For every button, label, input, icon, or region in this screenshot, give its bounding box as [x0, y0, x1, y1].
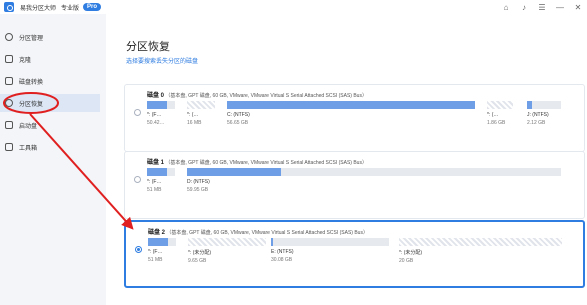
disk-card-1[interactable]: 磁盘 1 （基本盘, GPT 磁盘, 60 GB, VMware, VMware… — [124, 151, 585, 219]
partition-bar — [487, 101, 513, 109]
disk-info: （基本盘, GPT 磁盘, 60 GB, VMware, VMware Virt… — [165, 93, 367, 99]
sidebar-item-clone[interactable]: 克隆 — [0, 50, 105, 68]
partition-fill — [187, 168, 281, 176]
partition-size: 1.86 GB — [487, 120, 506, 126]
partition-fill — [148, 238, 168, 246]
boot-disk-icon — [5, 121, 13, 129]
sidebar-item-label: 启动盘 — [19, 123, 38, 130]
title-bar: 易我分区大师 专业版 Pro ⌂ ♪ ☰ — ✕ — [0, 0, 587, 14]
disk-info: （基本盘, GPT 磁盘, 60 GB, VMware, VMware Virt… — [165, 160, 367, 166]
partition-label: *: (F… — [148, 249, 163, 255]
toolbox-icon — [5, 143, 13, 151]
partition-label: *: (F… — [147, 112, 162, 118]
partition[interactable]: *: (… 16 MB — [187, 101, 215, 126]
disk-radio[interactable] — [134, 109, 141, 116]
disk-card-2[interactable]: 磁盘 2 （基本盘, GPT 磁盘, 60 GB, VMware, VMware… — [124, 220, 585, 288]
sidebar-item-disk-convert[interactable]: 磁盘转换 — [0, 72, 105, 90]
partition[interactable]: D: (NTFS) 59.95 GB — [187, 168, 561, 193]
partition-size: 51 MB — [147, 187, 162, 193]
partition-bar — [527, 101, 561, 109]
menu-icon[interactable]: ☰ — [537, 2, 547, 12]
partition-bar — [399, 238, 562, 246]
partition-size: 56.65 GB — [227, 120, 249, 126]
partition[interactable]: *: (未分配) 20 GB — [399, 238, 562, 264]
disk-card-0[interactable]: 磁盘 0 （基本盘, GPT 磁盘, 60 GB, VMware, VMware… — [124, 84, 585, 152]
pro-badge[interactable]: Pro — [83, 3, 102, 11]
partition-bar — [147, 168, 175, 176]
partition-label: *: (未分配) — [399, 250, 423, 256]
partition-label: *: (… — [187, 112, 199, 118]
partition-label: D: (NTFS) — [187, 179, 210, 185]
partition-size: 2.12 GB — [527, 120, 546, 126]
sidebar-item-label: 工具箱 — [19, 145, 38, 152]
disk-header: 磁盘 0 （基本盘, GPT 磁盘, 60 GB, VMware, VMware… — [147, 90, 367, 99]
disk-header: 磁盘 2 （基本盘, GPT 磁盘, 60 GB, VMware, VMware… — [148, 227, 368, 236]
disk-header: 磁盘 1 （基本盘, GPT 磁盘, 60 GB, VMware, VMware… — [147, 157, 367, 166]
disk-name: 磁盘 2 — [148, 230, 166, 236]
partition-fill — [271, 238, 274, 246]
partition[interactable]: *: (F… 51 MB — [147, 168, 175, 193]
app-title: 易我分区大师 — [20, 5, 57, 12]
partition-size: 9.65 GB — [188, 258, 207, 264]
sidebar-item-label: 磁盘转换 — [19, 79, 44, 86]
window-controls: ⌂ ♪ ☰ — ✕ — [501, 2, 583, 12]
disk-radio[interactable] — [135, 246, 142, 253]
sidebar-item-label: 分区恢复 — [19, 101, 44, 108]
sidebar-item-partition-recovery[interactable]: 分区恢复 — [0, 94, 100, 112]
recovery-icon — [5, 99, 13, 107]
partition-label: *: (未分配) — [188, 250, 212, 256]
edition-label: 专业版 — [61, 5, 80, 12]
clone-icon — [5, 55, 13, 63]
sidebar-item-partition-manager[interactable]: 分区管理 — [0, 28, 105, 46]
disk-radio[interactable] — [134, 176, 141, 183]
page-subtitle: 选择要搜索丢失分区的磁盘 — [126, 59, 199, 65]
partition-fill — [147, 168, 167, 176]
notification-icon[interactable]: ♪ — [519, 2, 529, 12]
minimize-icon[interactable]: — — [555, 2, 565, 12]
partition-size: 30.08 GB — [271, 257, 293, 263]
partition[interactable]: *: (F… 51 MB — [148, 238, 176, 263]
disk-name: 磁盘 1 — [147, 160, 165, 166]
partition-bar — [227, 101, 475, 109]
sidebar-item-toolbox[interactable]: 工具箱 — [0, 138, 105, 156]
partition-label: E: (NTFS) — [271, 249, 294, 255]
home-icon[interactable]: ⌂ — [501, 2, 511, 12]
partition-size: 50.42… — [147, 120, 165, 126]
sidebar-item-boot-disk[interactable]: 启动盘 — [0, 116, 105, 134]
partition[interactable]: *: (F… 50.42… — [147, 101, 175, 126]
app-logo-icon — [4, 2, 14, 12]
partition-label: *: (F… — [147, 179, 162, 185]
partition-fill — [227, 101, 475, 109]
close-icon[interactable]: ✕ — [573, 2, 583, 12]
disk-info: （基本盘, GPT 磁盘, 60 GB, VMware, VMware Virt… — [166, 230, 368, 236]
sidebar: 分区管理 克隆 磁盘转换 分区恢复 启动盘 工具箱 — [0, 14, 105, 305]
partition-fill — [147, 101, 167, 109]
partition-size: 20 GB — [399, 258, 414, 264]
partition-bar — [271, 238, 389, 246]
partition[interactable]: *: (未分配) 9.65 GB — [188, 238, 266, 264]
partition[interactable]: C: (NTFS) 56.65 GB — [227, 101, 475, 126]
pie-chart-icon — [5, 33, 13, 41]
main-panel: 分区恢复 选择要搜索丢失分区的磁盘 磁盘 0 （基本盘, GPT 磁盘, 60 … — [106, 14, 587, 305]
partition[interactable]: *: (… 1.86 GB — [487, 101, 513, 126]
convert-icon — [5, 77, 13, 85]
partition-size: 51 MB — [148, 257, 163, 263]
partition-label: C: (NTFS) — [227, 112, 250, 118]
partition-label: J: (NTFS) — [527, 112, 549, 118]
partition-bar — [187, 101, 215, 109]
partition-label: *: (… — [487, 112, 499, 118]
sidebar-item-label: 分区管理 — [19, 35, 44, 42]
partition-size: 59.95 GB — [187, 187, 209, 193]
page-title: 分区恢复 — [126, 41, 170, 53]
partition-size: 16 MB — [187, 120, 202, 126]
disk-name: 磁盘 0 — [147, 93, 165, 99]
partition-bar — [188, 238, 266, 246]
partition-bar — [148, 238, 176, 246]
partition-fill — [527, 101, 533, 109]
partition-bar — [187, 168, 561, 176]
partition[interactable]: E: (NTFS) 30.08 GB — [271, 238, 389, 263]
partition-bar — [147, 101, 175, 109]
sidebar-item-label: 克隆 — [19, 57, 32, 64]
partition[interactable]: J: (NTFS) 2.12 GB — [527, 101, 561, 126]
